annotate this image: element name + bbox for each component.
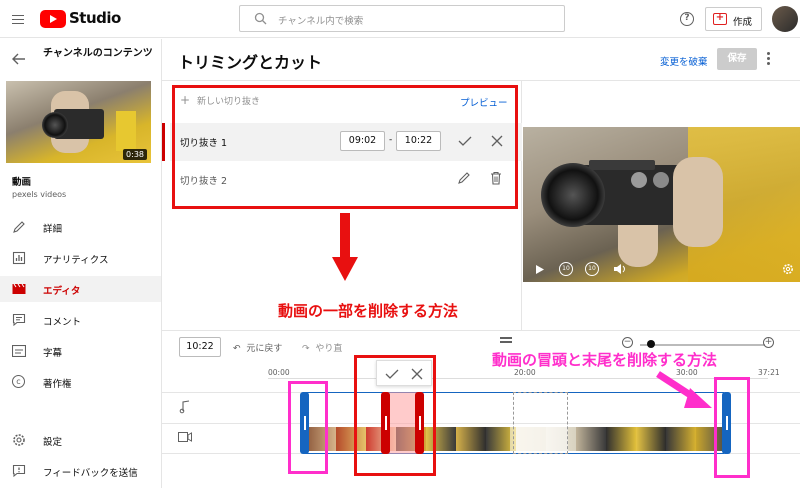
zoom-slider-handle[interactable]: [647, 340, 655, 348]
discard-changes-link[interactable]: 変更を破棄: [660, 54, 708, 68]
copyright-icon: c: [12, 375, 25, 388]
sidebar-item-label: コメント: [43, 317, 82, 328]
active-indicator: [162, 123, 165, 161]
help-icon[interactable]: ?: [680, 12, 694, 26]
annotation-box-trim-end: [714, 377, 750, 478]
sidebar-item-label: エディタ: [43, 286, 81, 297]
subtitles-icon: [12, 345, 26, 357]
redo-button[interactable]: ↷ やり直: [302, 341, 342, 354]
redo-label: やり直: [315, 344, 343, 354]
sidebar-item-settings[interactable]: 設定: [0, 427, 161, 453]
pencil-icon: [13, 221, 25, 233]
time-tick: 00:00: [268, 368, 290, 377]
rewind-10-icon[interactable]: 10: [559, 262, 573, 276]
sidebar-item-label: フィードバックを送信: [43, 468, 138, 479]
search-input[interactable]: チャンネル内で検索: [239, 5, 565, 32]
create-button[interactable]: + 作成: [705, 7, 762, 31]
page-title: トリミングとカット: [178, 53, 323, 72]
avatar[interactable]: [772, 6, 798, 32]
video-preview[interactable]: 10 10: [523, 127, 800, 282]
sidebar-item-comments[interactable]: コメント: [0, 307, 161, 333]
sidebar-item-label: 字幕: [43, 348, 63, 359]
feedback-icon: [12, 464, 26, 478]
channel-content-title[interactable]: チャンネルのコンテンツ: [43, 47, 155, 60]
play-icon[interactable]: [535, 264, 545, 275]
studio-wordmark: Studio: [69, 9, 121, 27]
youtube-logo-icon[interactable]: [40, 10, 66, 28]
undo-button[interactable]: ↶ 元に戻す: [233, 341, 282, 354]
sidebar: チャンネルのコンテンツ 0:38 動画 pexels videos 詳細 アナリ…: [0, 39, 162, 488]
settings-gear-icon[interactable]: [782, 263, 794, 275]
video-track-icon: [178, 432, 192, 442]
audio-track-icon: [179, 400, 190, 414]
search-placeholder: チャンネル内で検索: [278, 16, 364, 27]
gear-icon: [13, 434, 25, 446]
volume-icon[interactable]: [613, 263, 627, 275]
search-icon: [254, 12, 267, 25]
annotation-box-clip-list: [172, 85, 518, 209]
create-label: 作成: [733, 17, 753, 28]
current-time-input[interactable]: 10:22: [179, 337, 221, 357]
annotation-box-cut: [354, 355, 436, 476]
analytics-icon: [12, 251, 26, 265]
zoom-out-icon[interactable]: −: [622, 337, 633, 348]
top-bar: Studio チャンネル内で検索 ? + 作成: [0, 0, 800, 38]
video-channel: pexels videos: [12, 190, 67, 199]
sidebar-item-label: 詳細: [43, 224, 63, 235]
undo-label: 元に戻す: [246, 344, 283, 354]
sidebar-item-analytics[interactable]: アナリティクス: [0, 245, 161, 271]
annotation-arrow-pink-icon: [656, 371, 712, 408]
annotation-cut-middle: 動画の一部を削除する方法: [278, 302, 459, 320]
back-arrow-icon[interactable]: [12, 53, 26, 65]
sidebar-item-copyright[interactable]: c 著作権: [0, 369, 161, 395]
comment-icon: [12, 313, 26, 327]
drag-handle-icon[interactable]: [500, 337, 512, 339]
zoom-slider[interactable]: [640, 344, 765, 346]
removed-segment[interactable]: [513, 392, 568, 454]
more-options-icon[interactable]: [767, 52, 771, 68]
sidebar-item-label: アナリティクス: [43, 255, 109, 266]
sidebar-item-editor[interactable]: エディタ: [0, 276, 161, 302]
video-title: 動画: [12, 177, 32, 188]
sidebar-item-feedback[interactable]: フィードバックを送信: [0, 458, 161, 484]
annotation-arrow-down-icon: [332, 213, 358, 281]
sidebar-item-subtitles[interactable]: 字幕: [0, 338, 161, 364]
save-button[interactable]: 保存: [717, 48, 757, 70]
sidebar-item-details[interactable]: 詳細: [0, 214, 161, 240]
menu-icon[interactable]: [12, 12, 24, 27]
time-tick: 37:21: [758, 368, 780, 377]
redo-icon: ↷: [302, 344, 310, 354]
video-thumbnail[interactable]: 0:38: [6, 81, 151, 163]
annotation-box-trim-start: [288, 381, 328, 474]
sidebar-item-label: 著作権: [43, 379, 72, 390]
create-video-icon: +: [713, 13, 727, 25]
zoom-in-icon[interactable]: +: [763, 337, 774, 348]
editor-icon: [12, 283, 26, 294]
video-duration-badge: 0:38: [123, 149, 147, 160]
annotation-trim-ends: 動画の冒頭と末尾を削除する方法: [492, 351, 718, 369]
forward-10-icon[interactable]: 10: [585, 262, 599, 276]
sidebar-item-label: 設定: [43, 437, 63, 448]
undo-icon: ↶: [233, 344, 241, 354]
